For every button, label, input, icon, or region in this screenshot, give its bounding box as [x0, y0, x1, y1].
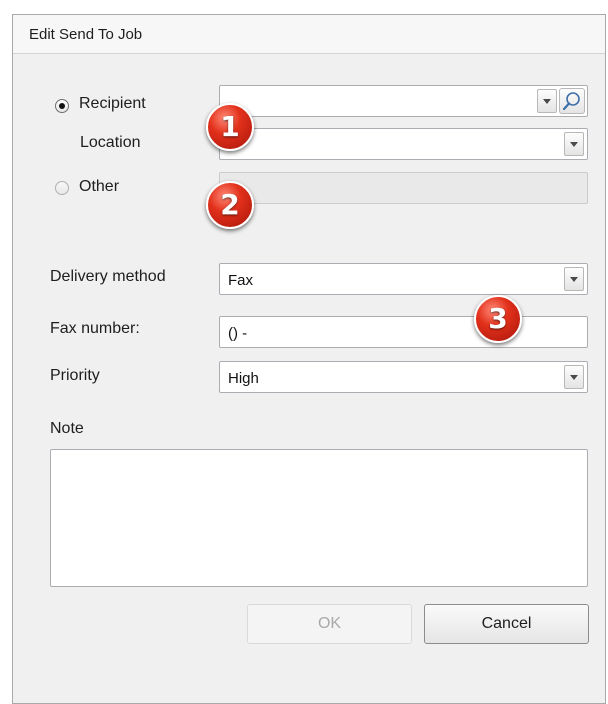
callout-marker-2: 2	[206, 181, 254, 229]
location-combobox[interactable]	[219, 128, 588, 160]
priority-value: High	[228, 370, 259, 387]
callout-marker-1: 1	[206, 103, 254, 151]
recipient-radio[interactable]	[55, 99, 69, 113]
delivery-method-dropdown-button[interactable]	[564, 267, 584, 291]
note-label: Note	[50, 420, 84, 437]
location-label: Location	[80, 134, 141, 151]
fax-number-value: () -	[228, 325, 248, 342]
delivery-method-label: Delivery method	[50, 268, 166, 285]
callout-marker-3: 3	[474, 295, 522, 343]
recipient-dropdown-button[interactable]	[537, 89, 557, 113]
dialog-title: Edit Send To Job	[29, 26, 143, 43]
edit-send-to-job-dialog: Edit Send To Job Recipient Location Othe…	[12, 14, 606, 704]
ok-button[interactable]: OK	[247, 604, 412, 644]
other-textbox[interactable]	[219, 172, 588, 204]
priority-label: Priority	[50, 367, 100, 384]
priority-combobox[interactable]: High	[219, 361, 588, 393]
magnifier-icon	[562, 92, 580, 111]
delivery-method-value: Fax	[228, 272, 254, 289]
priority-dropdown-button[interactable]	[564, 365, 584, 389]
delivery-method-combobox[interactable]: Fax	[219, 263, 588, 295]
cancel-button[interactable]: Cancel	[424, 604, 589, 644]
location-dropdown-button[interactable]	[564, 132, 584, 156]
fax-number-label: Fax number:	[50, 320, 140, 337]
note-textarea[interactable]	[50, 449, 588, 587]
dialog-titlebar: Edit Send To Job	[13, 15, 605, 54]
recipient-search-button[interactable]	[559, 88, 585, 114]
other-label: Other	[79, 178, 120, 195]
other-radio[interactable]	[55, 181, 69, 195]
recipient-combobox[interactable]	[219, 85, 588, 117]
recipient-label: Recipient	[79, 95, 146, 112]
fax-number-input[interactable]: () -	[219, 316, 588, 348]
